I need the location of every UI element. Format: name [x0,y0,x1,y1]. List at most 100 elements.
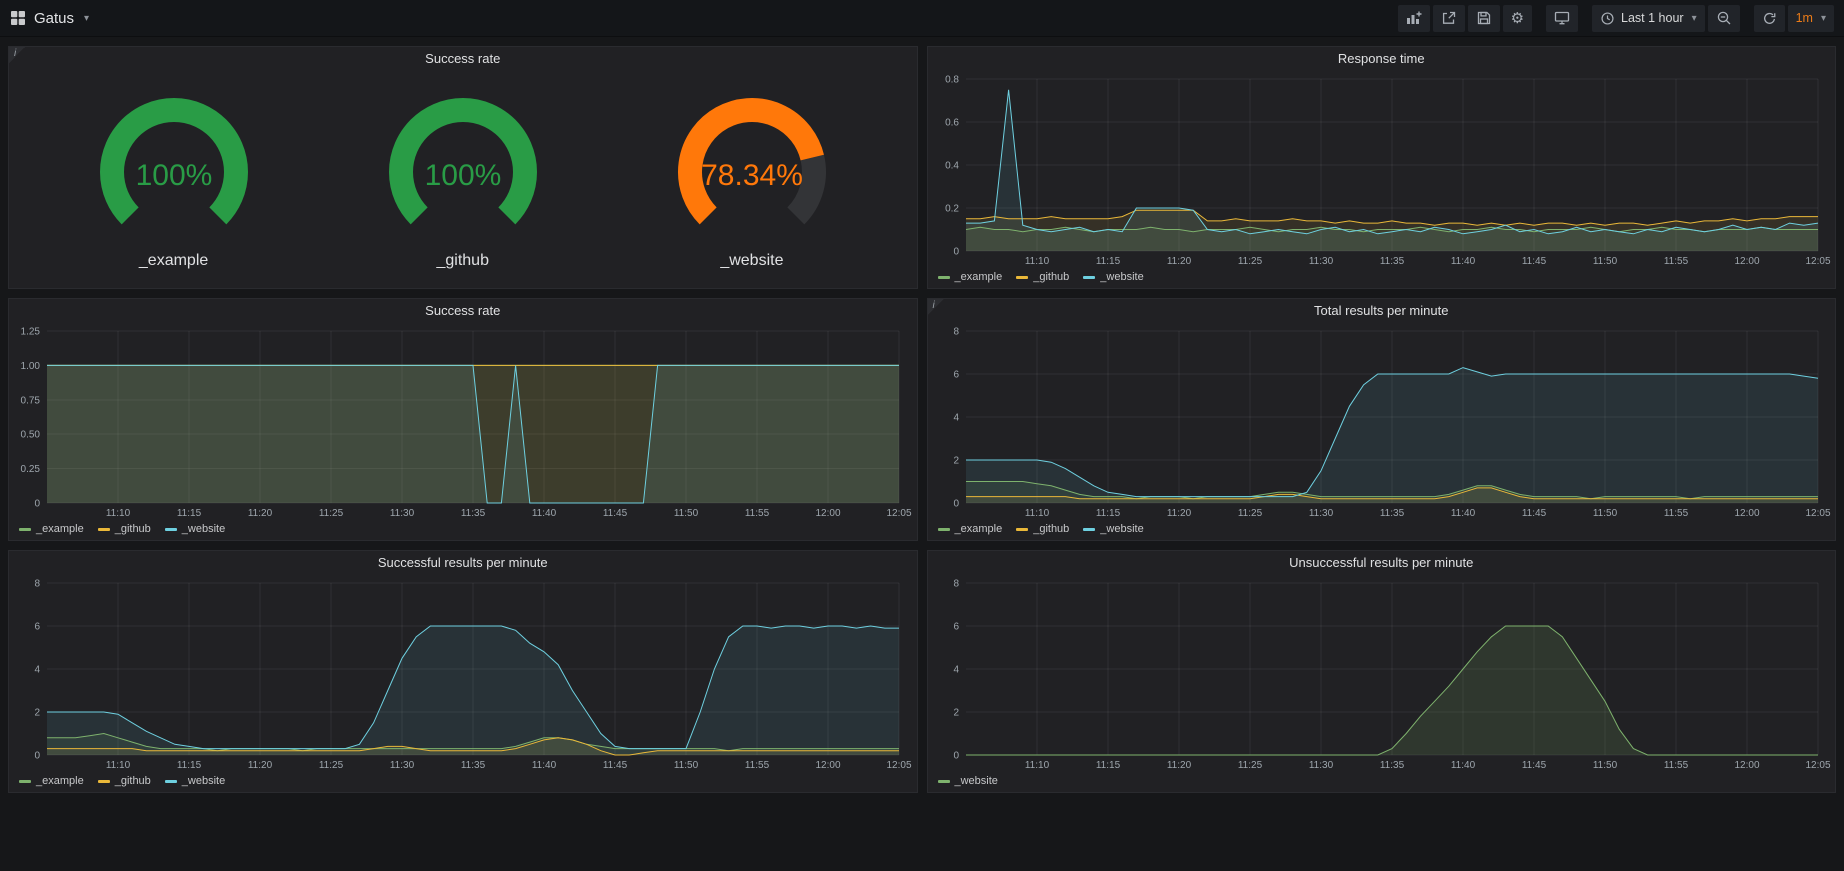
navbar-right: ⚙ Last 1 hour ▾ [1384,5,1834,32]
time-range-picker[interactable]: Last 1 hour ▾ [1592,5,1705,32]
legend-item-_website[interactable]: _website [165,523,225,535]
svg-text:6: 6 [953,622,959,633]
svg-text:11:10: 11:10 [106,508,131,519]
chevron-down-icon[interactable]: ▾ [84,13,89,24]
svg-text:11:20: 11:20 [1166,508,1191,519]
svg-text:11:55: 11:55 [1663,256,1688,267]
chevron-down-icon: ▾ [1692,13,1697,24]
chart-area[interactable]: 00.250.500.751.001.2511:1011:1511:2011:2… [9,323,917,520]
zoom-out-button[interactable] [1708,5,1740,32]
legend-item-_example[interactable]: _example [938,523,1003,535]
legend-swatch [1016,276,1028,279]
dashboard-title[interactable]: Gatus [34,10,74,27]
panel-title[interactable]: Success rate [9,47,917,71]
legend-label: _example [955,271,1003,283]
panel-title[interactable]: Successful results per minute [9,551,917,575]
refresh-interval-picker[interactable]: 1m ▾ [1788,5,1834,32]
svg-text:11:10: 11:10 [1024,508,1049,519]
legend-item-_example[interactable]: _example [19,523,84,535]
legend-item-_github[interactable]: _github [1016,523,1069,535]
svg-text:11:15: 11:15 [1095,256,1120,267]
legend-label: _github [1033,523,1069,535]
legend-label: _github [115,775,151,787]
svg-text:11:25: 11:25 [1237,256,1262,267]
svg-text:11:15: 11:15 [177,760,202,771]
svg-text:11:30: 11:30 [1308,256,1333,267]
legend-swatch [165,780,177,783]
gear-icon: ⚙ [1511,11,1524,26]
svg-text:11:20: 11:20 [1166,256,1191,267]
panel-title[interactable]: Response time [928,47,1836,71]
legend-item-_website[interactable]: _website [1083,271,1143,283]
legend-label: _example [36,523,84,535]
svg-text:11:55: 11:55 [745,760,770,771]
svg-text:11:55: 11:55 [745,508,770,519]
legend-item-_github[interactable]: _github [98,775,151,787]
svg-text:11:35: 11:35 [1379,256,1404,267]
legend-item-_example[interactable]: _example [938,271,1003,283]
legend-item-_website[interactable]: _website [938,775,998,787]
legend-swatch [19,780,31,783]
panel-title[interactable]: Unsuccessful results per minute [928,551,1836,575]
chart-area[interactable]: 0246811:1011:1511:2011:2511:3011:3511:40… [928,575,1836,772]
gauge-value: 100% [135,159,212,192]
svg-text:12:05: 12:05 [886,760,911,771]
panel-success-rate-gauges: i Success rate 100%_example100%_github78… [8,46,918,289]
svg-text:12:00: 12:00 [815,760,840,771]
chart-legend: _example _github _website [9,520,917,540]
view-mode-group [1546,5,1578,32]
svg-text:12:00: 12:00 [1734,760,1759,771]
share-icon [1441,10,1457,26]
svg-text:2: 2 [953,708,959,719]
panel-successful-results: Successful results per minute 0246811:10… [8,550,918,793]
svg-text:0: 0 [953,499,959,510]
chart-area[interactable]: 0246811:1011:1511:2011:2511:3011:3511:40… [9,575,917,772]
legend-item-_example[interactable]: _example [19,775,84,787]
panel-info-icon[interactable]: i [9,47,25,63]
svg-text:0: 0 [953,247,959,258]
chart-legend: _example _github _website [928,520,1836,540]
refresh-icon [1762,11,1777,26]
legend-swatch [1083,528,1095,531]
add-panel-button[interactable] [1398,5,1430,32]
gauge-row: 100%_example100%_github78.34%_website [9,71,917,288]
legend-label: _example [36,775,84,787]
refresh-group: 1m ▾ [1754,5,1834,32]
panel-title[interactable]: Total results per minute [928,299,1836,323]
save-button[interactable] [1468,5,1500,32]
svg-text:11:55: 11:55 [1663,508,1688,519]
svg-text:11:25: 11:25 [1237,760,1262,771]
svg-text:2: 2 [953,456,959,467]
settings-button[interactable]: ⚙ [1503,5,1532,32]
clock-icon [1600,11,1615,26]
legend-item-_github[interactable]: _github [1016,271,1069,283]
legend-item-_github[interactable]: _github [98,523,151,535]
panel-title[interactable]: Success rate [9,299,917,323]
chart-area[interactable]: 0246811:1011:1511:2011:2511:3011:3511:40… [928,323,1836,520]
chart-area[interactable]: 00.20.40.60.811:1011:1511:2011:2511:3011… [928,71,1836,268]
svg-text:11:20: 11:20 [248,508,273,519]
save-icon [1476,10,1492,26]
svg-text:11:30: 11:30 [390,760,415,771]
svg-text:11:40: 11:40 [532,508,557,519]
gauge-_website: 78.34%_website [627,90,877,270]
dashboard-grid-icon[interactable] [10,10,26,26]
panel-info-icon[interactable]: i [928,299,944,315]
svg-text:11:25: 11:25 [319,508,344,519]
gauge-label: _example [139,252,208,270]
svg-text:11:20: 11:20 [248,760,273,771]
svg-text:12:00: 12:00 [1734,508,1759,519]
legend-item-_website[interactable]: _website [1083,523,1143,535]
legend-item-_website[interactable]: _website [165,775,225,787]
gauge-label: _github [436,252,489,270]
share-button[interactable] [1433,5,1465,32]
svg-text:11:45: 11:45 [1521,760,1546,771]
svg-text:11:40: 11:40 [1450,508,1475,519]
time-range-label: Last 1 hour [1621,11,1684,25]
legend-label: _website [1100,523,1143,535]
svg-text:11:50: 11:50 [1592,760,1617,771]
svg-text:11:15: 11:15 [1095,760,1120,771]
refresh-button[interactable] [1754,5,1785,32]
cycle-view-button[interactable] [1546,5,1578,32]
svg-text:12:05: 12:05 [1805,760,1830,771]
